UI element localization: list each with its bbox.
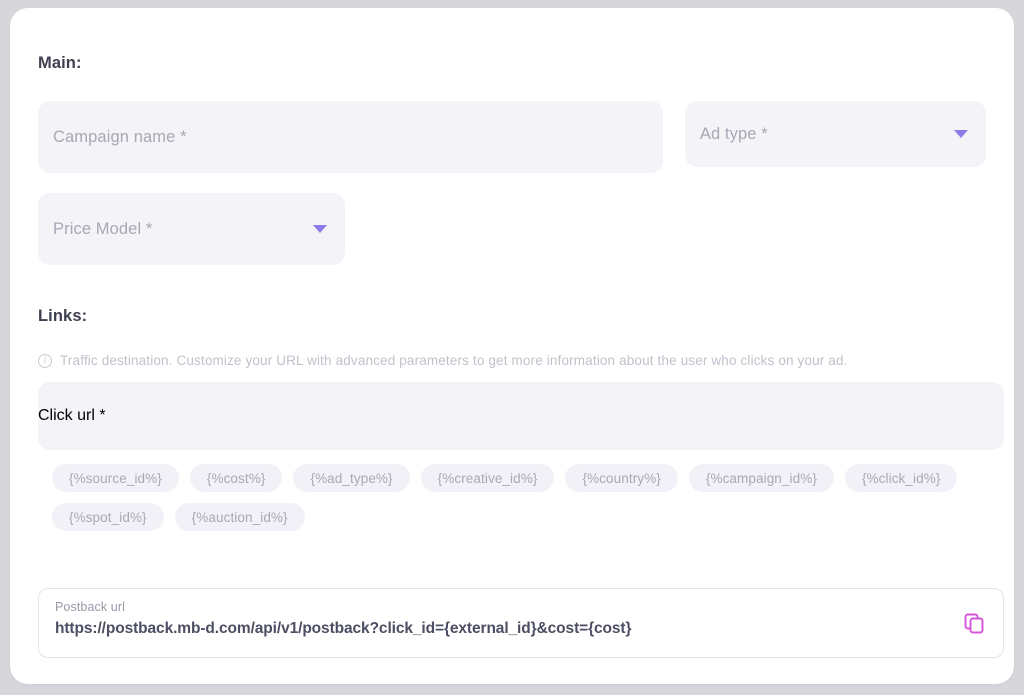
postback-url-value: https://postback.mb-d.com/api/v1/postbac… [55,620,632,637]
info-icon: i [38,353,52,368]
campaign-name-placeholder: Campaign name * [53,127,187,146]
macro-tag[interactable]: {%source_id%} [52,464,179,492]
macro-tag[interactable]: {%cost%} [189,464,283,492]
click-url-input[interactable]: Click url * [38,382,1004,450]
macro-tag[interactable]: {%auction_id%} [174,503,305,531]
macro-tag[interactable]: {%creative_id%} [420,464,555,492]
campaign-form-card: Main: Campaign name * Ad type * Price Mo… [10,8,1014,684]
main-fields-row: Campaign name * Ad type * [38,101,986,173]
postback-url-field[interactable]: Postback url https://postback.mb-d.com/a… [38,588,1004,658]
ad-type-placeholder: Ad type * [699,124,768,143]
macro-tag[interactable]: {%spot_id%} [52,503,164,531]
click-url-placeholder: Click url * [38,407,106,424]
macro-tag[interactable]: {%ad_type%} [293,464,410,492]
hint-text: Traffic destination. Customize your URL … [60,353,848,368]
form-body: Main: Campaign name * Ad type * Price Mo… [10,8,1014,531]
postback-url-label: Postback url [55,600,125,614]
chevron-down-icon [954,130,968,138]
main-section-heading: Main: [38,54,82,72]
price-model-select[interactable]: Price Model * [38,193,345,265]
links-section-heading: Links: [38,307,88,325]
macro-tag[interactable]: {%country%} [565,464,678,492]
chevron-down-icon [313,225,327,233]
price-model-placeholder: Price Model * [53,219,153,238]
macro-tag[interactable]: {%campaign_id%} [688,464,834,492]
copy-icon [964,613,984,634]
copy-postback-url-button[interactable] [961,610,987,636]
macro-tag[interactable]: {%click_id%} [844,464,958,492]
ad-type-select[interactable]: Ad type * [684,101,986,167]
traffic-destination-hint: i Traffic destination. Customize your UR… [38,353,986,368]
campaign-name-input[interactable]: Campaign name * [38,101,663,173]
macro-tag-list: {%source_id%} {%cost%} {%ad_type%} {%cre… [38,464,1004,531]
links-panel: Click url * {%source_id%} {%cost%} {%ad_… [38,382,1004,531]
